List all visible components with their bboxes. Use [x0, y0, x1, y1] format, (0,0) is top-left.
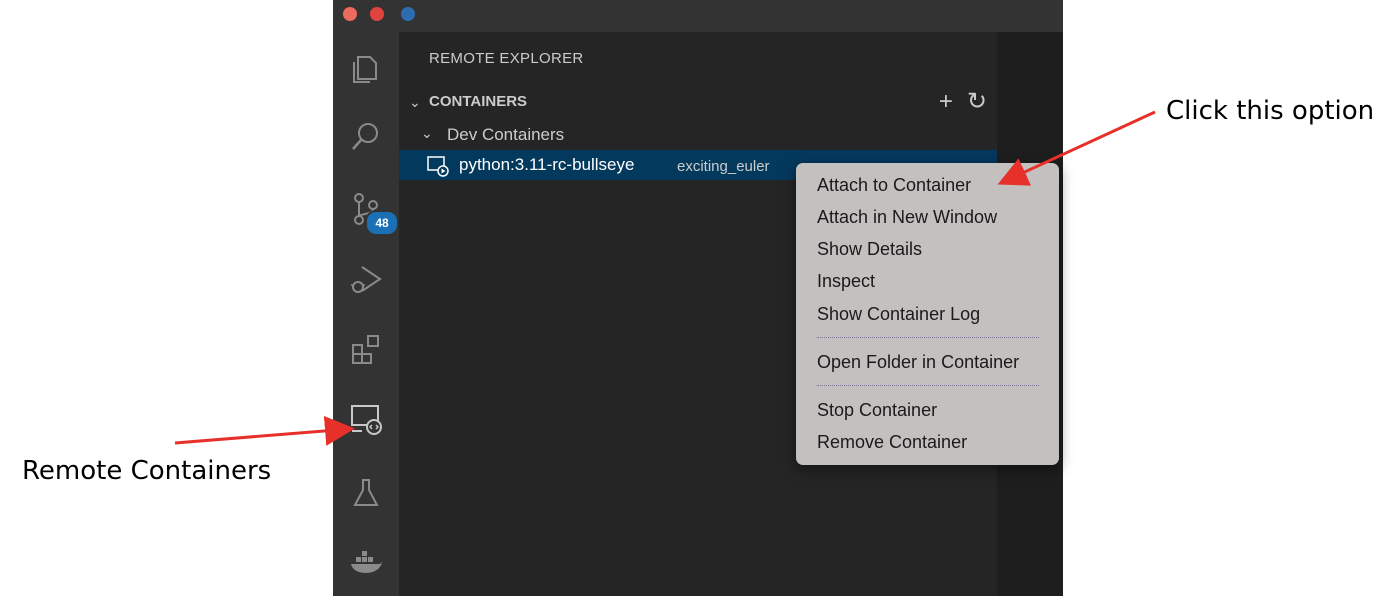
zoom-window-button[interactable] — [401, 7, 415, 21]
run-debug-icon — [351, 266, 382, 293]
group-label: Dev Containers — [447, 125, 565, 144]
extensions-button[interactable] — [341, 324, 391, 374]
chevron-down-icon: ⌄ — [421, 125, 433, 141]
annotation-remote-containers: Remote Containers — [22, 456, 272, 486]
menu-item-show-details[interactable]: Show Details — [817, 239, 922, 260]
arrow-to-remote-explorer — [174, 415, 355, 446]
menu-separator — [817, 337, 1039, 338]
run-debug-button[interactable] — [341, 254, 391, 304]
search-button[interactable] — [341, 112, 391, 162]
source-control-button[interactable]: 48 — [341, 184, 399, 236]
title-bar — [333, 0, 1063, 32]
menu-item-inspect[interactable]: Inspect — [817, 271, 875, 292]
menu-item-stop-container[interactable]: Stop Container — [817, 400, 937, 421]
docker-icon — [351, 551, 382, 573]
testing-flask-icon — [353, 479, 379, 506]
remote-explorer-icon — [351, 405, 382, 435]
refresh-icon[interactable]: ↻ — [967, 90, 987, 114]
menu-item-attach-to-container[interactable]: Attach to Container — [817, 175, 971, 196]
annotation-click-option: Click this option — [1166, 96, 1375, 126]
docker-button[interactable] — [341, 538, 391, 588]
dev-containers-group[interactable]: ⌄ Dev Containers — [399, 122, 997, 146]
container-context-menu: Attach to Container Attach in New Window… — [796, 163, 1059, 465]
menu-item-remove-container[interactable]: Remove Container — [817, 432, 967, 453]
add-icon[interactable]: + — [939, 90, 953, 114]
close-window-button[interactable] — [343, 7, 357, 21]
menu-item-open-folder-in-container[interactable]: Open Folder in Container — [817, 352, 1019, 373]
container-name: python:3.11-rc-bullseye — [459, 155, 635, 174]
files-icon — [353, 56, 377, 83]
remote-explorer-button[interactable] — [341, 394, 391, 444]
extensions-icon — [352, 335, 379, 364]
chevron-down-icon: ⌄ — [409, 94, 421, 110]
menu-separator — [817, 385, 1039, 386]
source-control-badge: 48 — [365, 210, 399, 236]
containers-section-label: CONTAINERS — [429, 93, 528, 110]
menu-item-show-container-log[interactable]: Show Container Log — [817, 304, 980, 325]
minimize-window-button[interactable] — [370, 7, 384, 21]
testing-button[interactable] — [341, 468, 391, 518]
container-description: exciting_euler — [677, 158, 770, 175]
menu-item-attach-in-new-window[interactable]: Attach in New Window — [817, 207, 997, 228]
activity-bar: 48 — [333, 32, 399, 596]
sidebar-title: REMOTE EXPLORER — [429, 50, 584, 67]
search-icon — [352, 123, 378, 150]
containers-section-header[interactable]: ⌄ CONTAINERS + ↻ — [399, 90, 997, 116]
explorer-button[interactable] — [341, 44, 391, 94]
running-container-icon — [427, 156, 449, 177]
